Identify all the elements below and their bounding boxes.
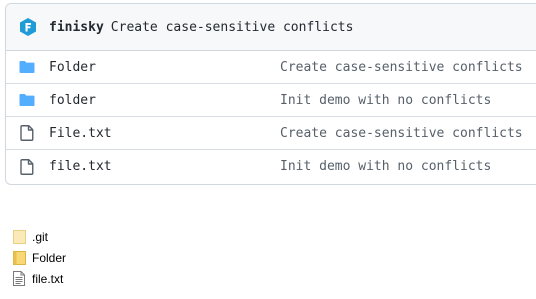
- text-file-icon: [13, 271, 27, 287]
- latest-commit-bar: finisky Create case-sensitive conflicts: [6, 4, 536, 51]
- file-name-link[interactable]: Folder: [49, 60, 96, 75]
- local-item-label: Folder: [32, 250, 67, 265]
- folder-icon: [19, 59, 35, 75]
- file-row[interactable]: Folder Create case-sensitive conflicts: [6, 51, 536, 84]
- file-commit-message-link[interactable]: Init demo with no conflicts: [280, 159, 491, 174]
- latest-commit-message[interactable]: Create case-sensitive conflicts: [111, 20, 354, 35]
- local-item-git[interactable]: .git: [13, 226, 66, 247]
- file-name-link[interactable]: File.txt: [49, 126, 112, 141]
- local-item-folder[interactable]: Folder: [13, 247, 66, 268]
- file-row[interactable]: file.txt Init demo with no conflicts: [6, 150, 536, 183]
- github-avatar-f-icon[interactable]: [18, 17, 38, 37]
- local-item-label: .git: [32, 229, 49, 244]
- file-row[interactable]: folder Init demo with no conflicts: [6, 84, 536, 117]
- commit-author-link[interactable]: finisky: [49, 20, 104, 35]
- local-item-file-txt[interactable]: file.txt: [13, 268, 66, 289]
- file-name-link[interactable]: file.txt: [49, 159, 112, 174]
- file-icon: [19, 158, 35, 175]
- local-file-listing: .git Folder file.txt: [13, 226, 66, 289]
- repo-file-list: finisky Create case-sensitive conflicts …: [5, 3, 536, 185]
- hidden-folder-icon: [13, 229, 27, 245]
- file-commit-message-link[interactable]: Create case-sensitive conflicts: [280, 126, 523, 141]
- file-name-link[interactable]: folder: [49, 93, 96, 108]
- folder-icon: [19, 92, 35, 108]
- file-icon: [19, 125, 35, 141]
- local-item-label: file.txt: [32, 271, 64, 286]
- file-row[interactable]: File.txt Create case-sensitive conflicts: [6, 117, 536, 150]
- file-commit-message-link[interactable]: Init demo with no conflicts: [280, 93, 491, 108]
- file-commit-message-link[interactable]: Create case-sensitive conflicts: [280, 60, 523, 75]
- folder-icon: [13, 250, 27, 266]
